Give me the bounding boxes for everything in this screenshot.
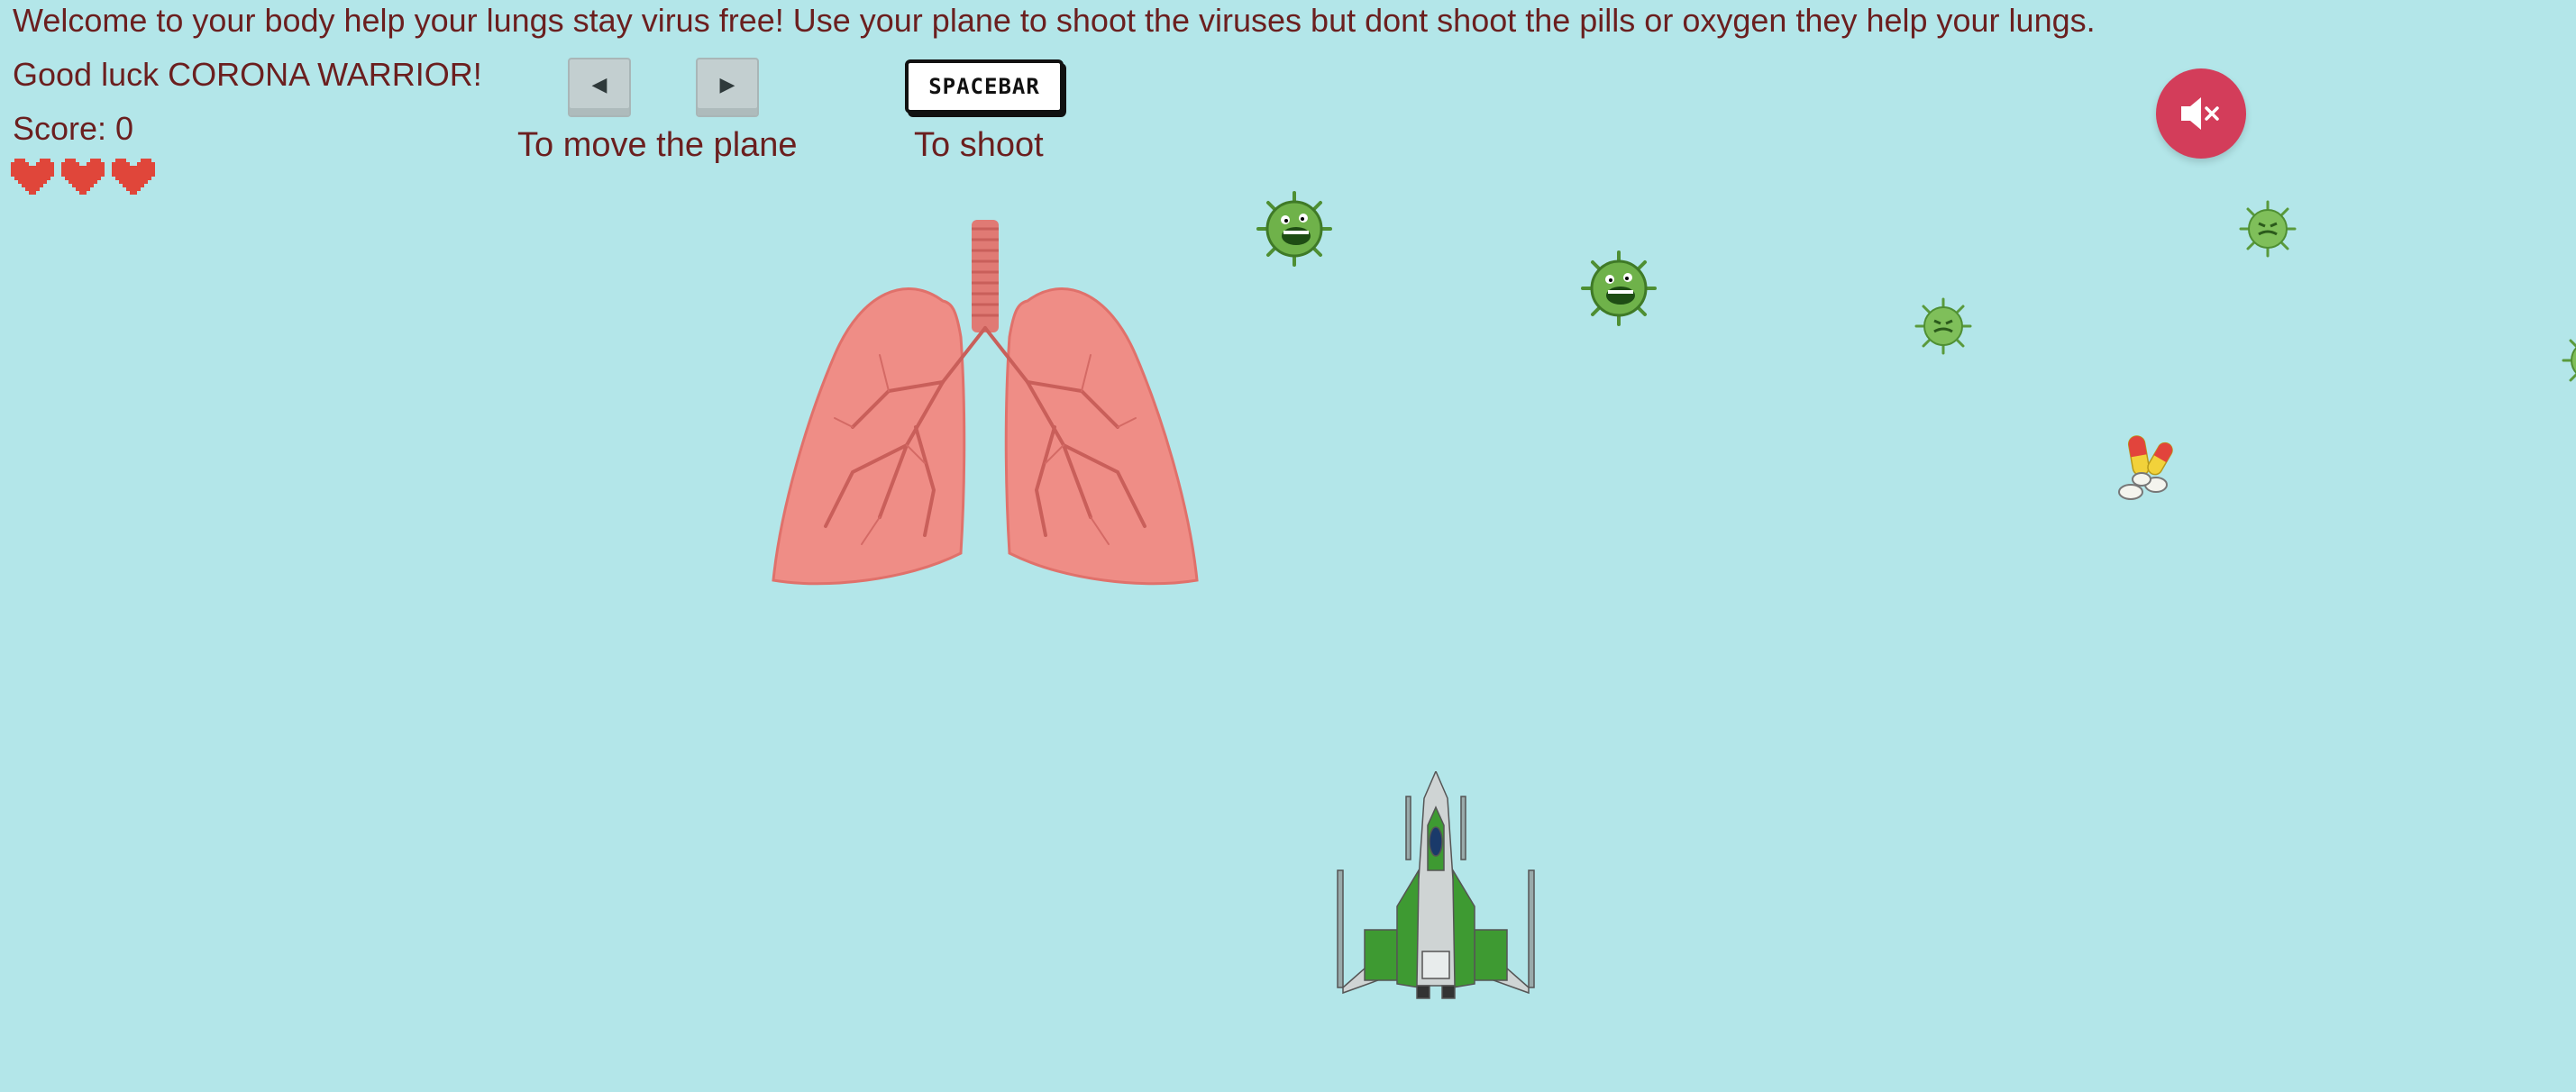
left-arrow-key: ◀ [568,58,631,117]
speaker-muted-icon [2181,97,2219,130]
heart-icon [61,159,105,195]
player-plane [1337,771,1535,999]
intro-text: Welcome to your body help your lungs sta… [13,2,2096,39]
lives-display [11,159,155,198]
shoot-instruction: To shoot [914,126,1044,164]
spacebar-key: SPACEBAR [905,59,1064,114]
good-luck-text: Good luck CORONA WARRIOR! [13,56,482,93]
spacebar-label: SPACEBAR [928,74,1040,99]
move-instruction: To move the plane [517,126,798,164]
virus-enemy [2562,339,2576,382]
lungs [772,220,1199,586]
virus-enemy [1914,297,1972,355]
virus-enemy [1256,191,1332,267]
virus-enemy [1581,250,1657,326]
pills-powerup [2118,435,2173,500]
arrow-left-icon: ◀ [591,73,607,96]
mute-button[interactable] [2156,68,2246,159]
heart-icon [112,159,155,195]
right-arrow-key: ▶ [696,58,759,117]
score-label: Score: 0 [13,110,134,147]
arrow-right-icon: ▶ [719,73,735,96]
heart-icon [11,159,54,195]
virus-enemy [2239,200,2297,258]
